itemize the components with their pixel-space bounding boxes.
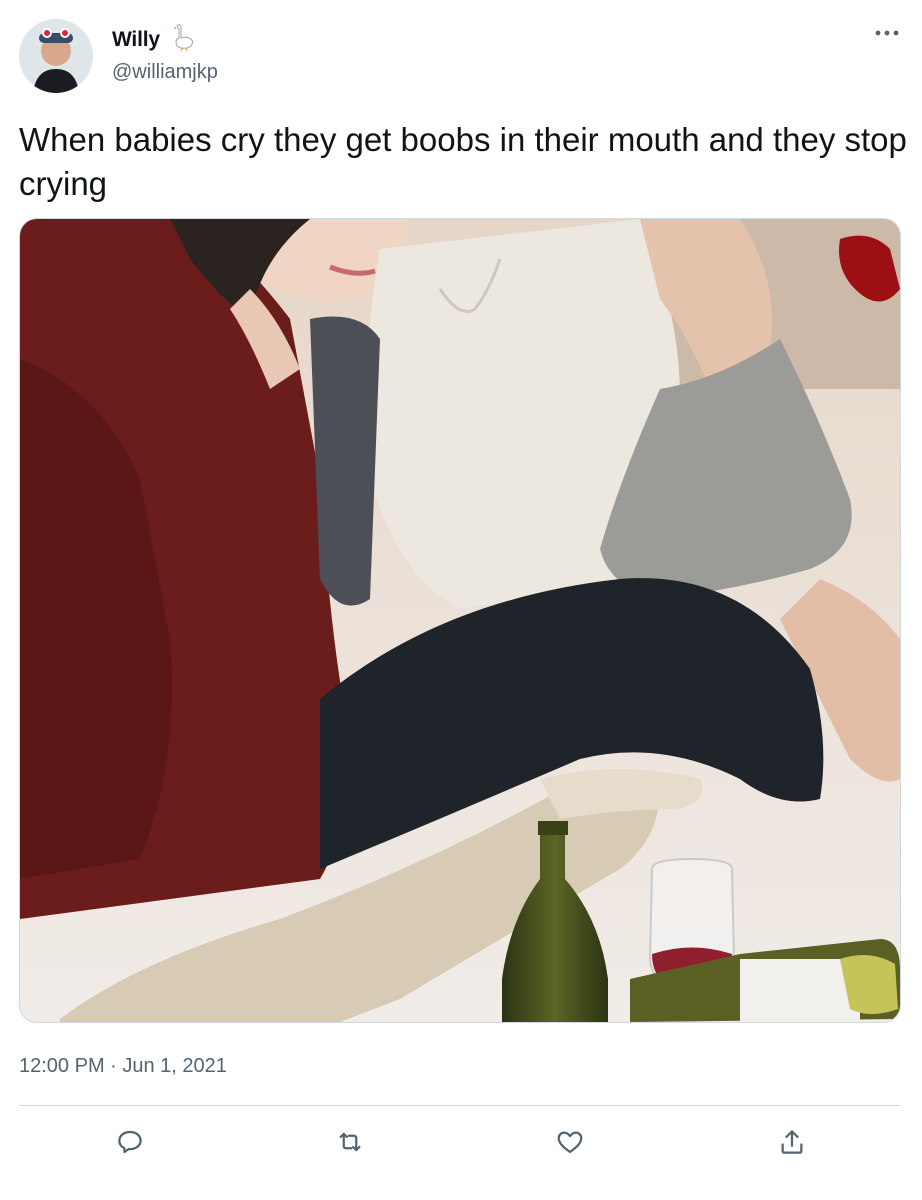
tweet-text: When babies cry they get boobs in their … [19,121,907,202]
divider [19,1105,901,1106]
share-button[interactable] [772,1124,812,1164]
tweet-photo[interactable] [19,218,901,1023]
goose-icon [170,24,196,52]
retweet-icon [335,1127,365,1162]
timestamp[interactable]: 12:00 PM · Jun 1, 2021 [19,1055,227,1078]
reply-button[interactable] [110,1124,150,1164]
display-name[interactable]: Willy [112,28,160,52]
reply-icon [115,1127,145,1162]
more-icon[interactable] [874,25,900,41]
retweet-button[interactable] [330,1124,370,1164]
handle[interactable]: @williamjkp [112,61,218,84]
action-bar [0,1112,922,1178]
avatar[interactable] [19,19,93,93]
tweet-header: Willy @williamjkp [0,0,922,110]
like-button[interactable] [550,1124,590,1164]
share-icon [777,1127,807,1162]
like-icon [555,1127,585,1162]
